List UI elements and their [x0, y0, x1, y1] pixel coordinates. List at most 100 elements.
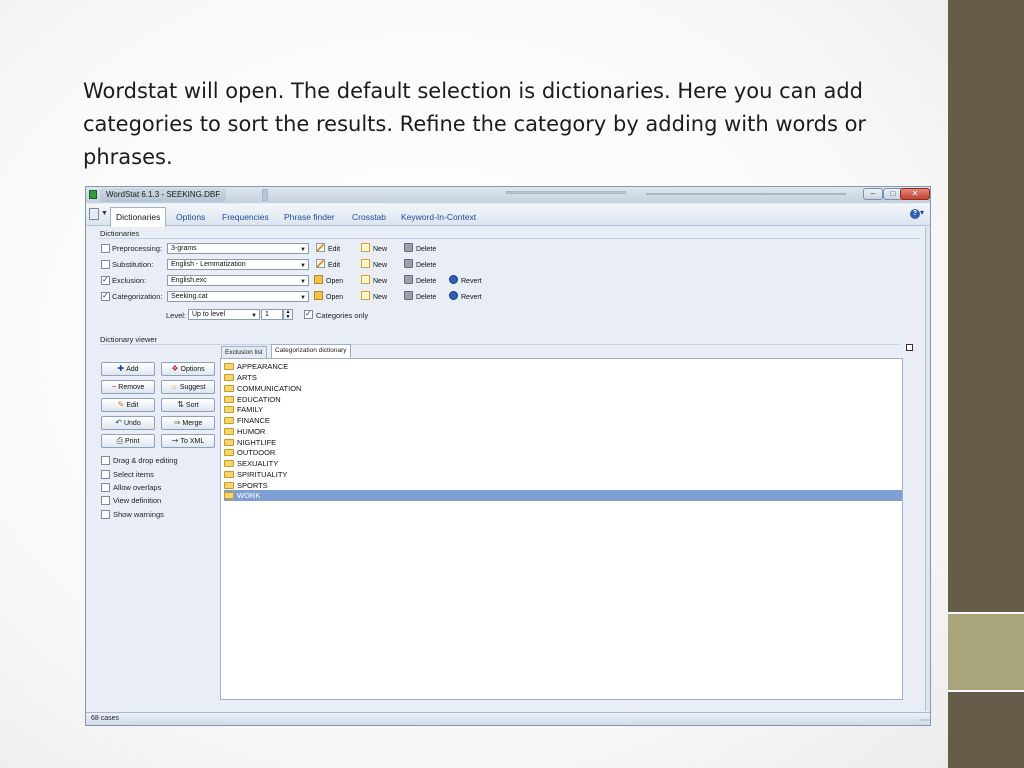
tree-item[interactable]: ARTS: [224, 372, 902, 383]
categorization-delete-button[interactable]: Delete: [404, 291, 436, 302]
preprocessing-value: 3-grams: [171, 245, 197, 252]
chevron-down-icon: ▼: [300, 247, 306, 253]
tree-item-label: OUTDOOR: [237, 448, 276, 458]
revert-label: Revert: [461, 278, 482, 285]
exclusion-checkbox[interactable]: [101, 275, 110, 285]
tree-item[interactable]: FINANCE: [224, 415, 902, 426]
tree-item[interactable]: HUMOR: [224, 426, 902, 437]
preprocessing-new-button[interactable]: New: [361, 243, 387, 254]
window-titlebar[interactable]: WordStat 6.1.3 - SEEKING.DBF – □ ✕: [86, 187, 930, 203]
preprocessing-select[interactable]: 3-grams ▼: [167, 243, 309, 254]
undo-button[interactable]: ↶ Undo: [101, 416, 155, 430]
exclusion-new-button[interactable]: New: [361, 275, 387, 286]
folder-icon: [224, 492, 234, 500]
categories-only-checkbox[interactable]: [304, 309, 313, 319]
level-number-input[interactable]: 1: [261, 309, 283, 320]
restore-panel-button[interactable]: [906, 344, 913, 351]
tab-frequencies[interactable]: Frequencies: [217, 208, 274, 226]
minimize-button[interactable]: –: [863, 188, 883, 200]
close-button[interactable]: ✕: [900, 188, 930, 200]
level-select[interactable]: Up to level ▼: [188, 309, 260, 320]
substitution-checkbox[interactable]: [101, 260, 110, 269]
substitution-label: Substitution:: [112, 260, 154, 269]
options-button[interactable]: ❖ Options: [161, 362, 215, 376]
options-icon: ❖: [171, 364, 179, 373]
view-definition-label: View definition: [113, 496, 162, 505]
tab-keyword-in-context[interactable]: Keyword-In-Context: [396, 208, 481, 226]
exclusion-select[interactable]: English.exc ▼: [167, 275, 309, 286]
sort-label: Sort: [185, 402, 199, 409]
open-label: Open: [326, 294, 344, 301]
allow-overlaps-checkbox[interactable]: [101, 483, 110, 492]
tree-item[interactable]: OUTDOOR: [224, 447, 902, 458]
tab-crosstab[interactable]: Crosstab: [347, 208, 391, 226]
app-menu-button[interactable]: ▼: [89, 208, 108, 222]
tree-item[interactable]: SEXUALITY: [224, 458, 902, 469]
tree-item[interactable]: COMMUNICATION: [224, 383, 902, 394]
tab-exclusion-list[interactable]: Exclusion list: [221, 346, 267, 358]
select-items-checkbox[interactable]: [101, 470, 110, 479]
remove-button[interactable]: − Remove: [101, 380, 155, 394]
print-label: Print: [125, 438, 140, 445]
add-button[interactable]: ✚ Add: [101, 362, 155, 376]
print-button[interactable]: ⎙ Print: [101, 434, 155, 448]
substitution-edit-button[interactable]: Edit: [316, 259, 340, 270]
categorization-checkbox[interactable]: [101, 291, 110, 301]
tree-item[interactable]: SPORTS: [224, 480, 902, 491]
tab-options[interactable]: Options: [171, 208, 210, 226]
categorization-open-button[interactable]: Open: [314, 291, 343, 302]
resize-grip-icon[interactable]: ⋯⋯: [919, 717, 930, 724]
help-button[interactable]: ? ▾: [910, 208, 926, 220]
slide-text: Wordstat will open. The default selectio…: [83, 79, 867, 169]
window-edge-scrollbar[interactable]: [925, 227, 930, 711]
level-spinner[interactable]: ▲ ▼: [283, 309, 293, 320]
exclusion-delete-button[interactable]: Delete: [404, 275, 436, 286]
folder-icon: [224, 374, 234, 381]
tree-item[interactable]: EDUCATION: [224, 394, 902, 405]
remove-label: Remove: [118, 384, 145, 391]
sort-button[interactable]: ⇅ Sort: [161, 398, 215, 412]
substitution-select[interactable]: English - Lemmatization ▼: [167, 259, 309, 270]
categorization-new-button[interactable]: New: [361, 291, 387, 302]
folder-icon: [224, 481, 234, 489]
substitution-delete-button[interactable]: Delete: [404, 259, 436, 270]
category-tree[interactable]: APPEARANCE ARTS COMMUNICATION EDUCATION …: [220, 358, 903, 700]
view-definition-checkbox[interactable]: [101, 496, 110, 505]
tab-categorization-dictionary[interactable]: Categorization dictionary: [271, 344, 351, 358]
trash-icon: [404, 275, 413, 284]
tab-dictionaries[interactable]: Dictionaries: [110, 207, 167, 227]
tree-item[interactable]: FAMILY: [224, 404, 902, 415]
tree-item-label: FINANCE: [237, 416, 270, 425]
folder-icon: [224, 363, 234, 370]
lightbulb-icon: ☼: [170, 382, 178, 391]
taskbar-fragment: [506, 191, 626, 194]
exclusion-open-button[interactable]: Open: [314, 275, 343, 286]
preprocessing-delete-button[interactable]: Delete: [404, 243, 436, 254]
substitution-new-button[interactable]: New: [361, 259, 387, 270]
taskbar-fragment: [646, 193, 846, 195]
categorization-select[interactable]: Seeking.cat ▼: [167, 291, 309, 302]
show-warnings-checkbox[interactable]: [101, 510, 110, 519]
trash-icon: [404, 291, 413, 300]
folder-icon: [224, 438, 234, 446]
tab-phrase-finder[interactable]: Phrase finder: [279, 208, 340, 226]
categorization-revert-button[interactable]: Revert: [449, 291, 482, 302]
undo-label: Undo: [123, 420, 141, 427]
tree-item[interactable]: SPIRITUALITY: [224, 469, 902, 480]
tree-item[interactable]: APPEARANCE: [224, 361, 902, 372]
tree-item-selected[interactable]: WORK: [224, 490, 902, 502]
drag-drop-checkbox[interactable]: [101, 456, 110, 465]
to-xml-button[interactable]: ⇝ To XML: [161, 434, 215, 448]
preprocessing-checkbox[interactable]: [101, 244, 110, 253]
exclusion-revert-button[interactable]: Revert: [449, 275, 482, 286]
allow-overlaps-label: Allow overlaps: [113, 483, 162, 492]
revert-label: Revert: [461, 294, 482, 301]
chevron-down-icon: ▼: [101, 210, 108, 217]
preprocessing-edit-button[interactable]: Edit: [316, 243, 340, 254]
folder-icon: [224, 384, 234, 392]
merge-label: Merge: [182, 420, 203, 427]
edit-button[interactable]: ✎ Edit: [101, 398, 155, 412]
merge-button[interactable]: ⇒ Merge: [161, 416, 215, 430]
suggest-button[interactable]: ☼ Suggest: [161, 380, 215, 394]
tree-item[interactable]: NIGHTLIFE: [224, 437, 902, 448]
